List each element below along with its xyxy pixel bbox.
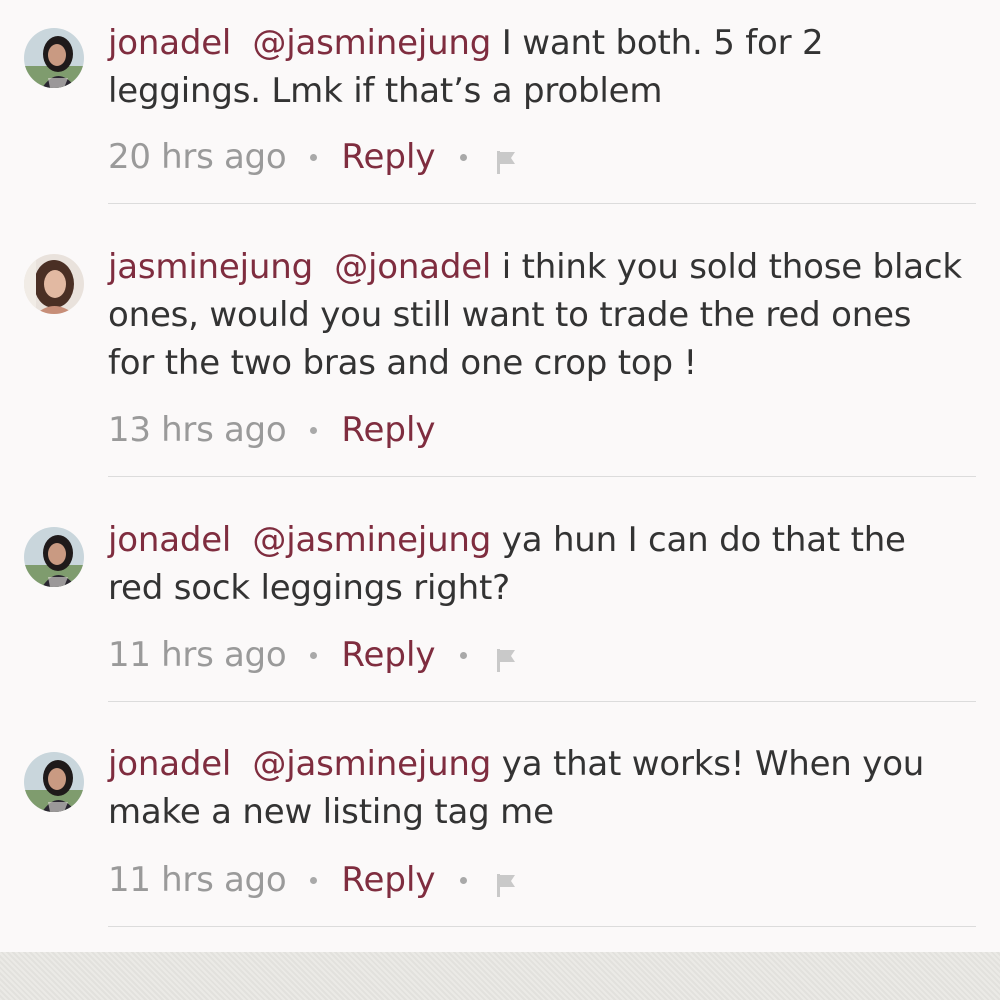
- reply-button[interactable]: Reply: [341, 133, 435, 181]
- comment-username[interactable]: jonadel: [108, 520, 231, 560]
- comment-mention[interactable]: @jonadel: [334, 247, 491, 287]
- comment-text: ya that works! When you make a new listi…: [108, 744, 925, 832]
- comment-timestamp: 11 hrs ago: [108, 860, 287, 900]
- jonadel-avatar-image: [24, 527, 84, 587]
- jasminejung-avatar-image: [24, 254, 84, 314]
- comment-divider: [108, 926, 976, 927]
- reply-button[interactable]: Reply: [341, 856, 435, 904]
- avatar[interactable]: [24, 28, 84, 88]
- comment-body: jonadel @jasminejung ya that works! When…: [108, 740, 968, 836]
- dot-separator: [459, 153, 467, 161]
- comment-mention[interactable]: @jasminejung: [252, 744, 491, 784]
- avatar[interactable]: [24, 752, 84, 812]
- comment-username[interactable]: jasminejung: [108, 247, 313, 287]
- dot-separator: [310, 876, 318, 884]
- dot-separator: [459, 651, 467, 659]
- comment-meta: 11 hrs ago Reply: [108, 631, 521, 679]
- comment-divider: [108, 701, 976, 702]
- comment-divider: [108, 476, 976, 477]
- dot-separator: [310, 651, 318, 659]
- reply-button[interactable]: Reply: [341, 631, 435, 679]
- avatar[interactable]: [24, 527, 84, 587]
- dot-separator: [310, 153, 318, 161]
- comment-username[interactable]: jonadel: [108, 744, 231, 784]
- comment-body: jonadel @jasminejung ya hun I can do tha…: [108, 516, 968, 612]
- avatar[interactable]: [24, 254, 84, 314]
- comment-meta: 11 hrs ago Reply: [108, 856, 521, 904]
- comment-timestamp: 13 hrs ago: [108, 410, 287, 450]
- comment-timestamp: 11 hrs ago: [108, 635, 287, 675]
- footer-band: [0, 952, 1000, 1000]
- dot-separator: [459, 876, 467, 884]
- dot-separator: [310, 426, 318, 434]
- comment-username[interactable]: jonadel: [108, 23, 231, 63]
- jonadel-avatar-image: [24, 752, 84, 812]
- flag-icon[interactable]: [491, 865, 521, 897]
- jonadel-avatar-image: [24, 28, 84, 88]
- comment-body: jonadel @jasminejung I want both. 5 for …: [108, 19, 968, 115]
- reply-button[interactable]: Reply: [341, 406, 435, 454]
- flag-icon[interactable]: [491, 142, 521, 174]
- comment-meta: 20 hrs ago Reply: [108, 133, 521, 181]
- comment-body: jasminejung @jonadel i think you sold th…: [108, 243, 968, 387]
- comment-meta: 13 hrs ago Reply: [108, 406, 436, 454]
- flag-icon[interactable]: [491, 640, 521, 672]
- comment-mention[interactable]: @jasminejung: [252, 23, 491, 63]
- comment-divider: [108, 203, 976, 204]
- comment-mention[interactable]: @jasminejung: [252, 520, 491, 560]
- comment-timestamp: 20 hrs ago: [108, 137, 287, 177]
